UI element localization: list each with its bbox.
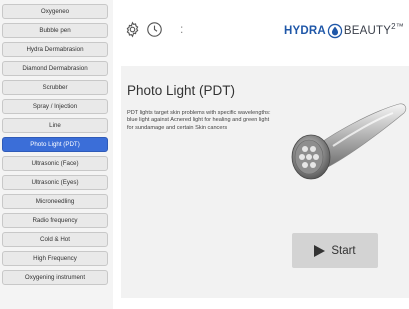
play-icon (314, 244, 326, 257)
page-title: Photo Light (PDT) (127, 83, 236, 98)
time-separator: : (180, 22, 184, 36)
sidebar-item-high-frequency[interactable]: High Frequency (2, 251, 108, 266)
sidebar-item-oxygeneo[interactable]: Oxygeneo (2, 4, 108, 19)
start-button[interactable]: Start (292, 233, 378, 268)
sidebar-item-photo-light[interactable]: Photo Light (PDT) (2, 137, 108, 152)
brand-logo: HYDRA BEAUTY 2™ (284, 22, 404, 39)
sidebar: Oxygeneo Bubble pen Hydra Dermabrasion D… (0, 0, 113, 309)
sidebar-item-microneedling[interactable]: Microneedling (2, 194, 108, 209)
sidebar-item-radio-frequency[interactable]: Radio frequency (2, 213, 108, 228)
logo-superscript: 2™ (391, 22, 404, 31)
sidebar-item-ultrasonic-face[interactable]: Ultrasonic (Face) (2, 156, 108, 171)
start-button-label: Start (331, 244, 356, 257)
sidebar-item-cold-hot[interactable]: Cold & Hot (2, 232, 108, 247)
sidebar-item-diamond-dermabrasion[interactable]: Diamond Dermabrasion (2, 61, 108, 76)
sidebar-item-line[interactable]: Line (2, 118, 108, 133)
pdt-device-image (291, 103, 407, 180)
sidebar-item-hydra-dermabrasion[interactable]: Hydra Dermabrasion (2, 42, 108, 57)
sidebar-item-bubble-pen[interactable]: Bubble pen (2, 23, 108, 38)
logo-mark-icon (327, 23, 343, 39)
sidebar-item-oxygening-instrument[interactable]: Oxygening instrument (2, 270, 108, 285)
sidebar-item-spray-injection[interactable]: Spray / Injection (2, 99, 108, 114)
sidebar-item-ultrasonic-eyes[interactable]: Ultrasonic (Eyes) (2, 175, 108, 190)
logo-text-beauty: BEAUTY (343, 25, 392, 37)
clock-icon[interactable] (146, 21, 163, 38)
treatment-description: PDT lights target skin problems with spe… (127, 110, 271, 131)
treatment-panel: Photo Light (PDT) PDT lights target skin… (121, 66, 409, 298)
sidebar-item-scrubber[interactable]: Scrubber (2, 80, 108, 95)
logo-text-hydra: HYDRA (284, 25, 326, 37)
gear-icon[interactable] (124, 21, 141, 38)
